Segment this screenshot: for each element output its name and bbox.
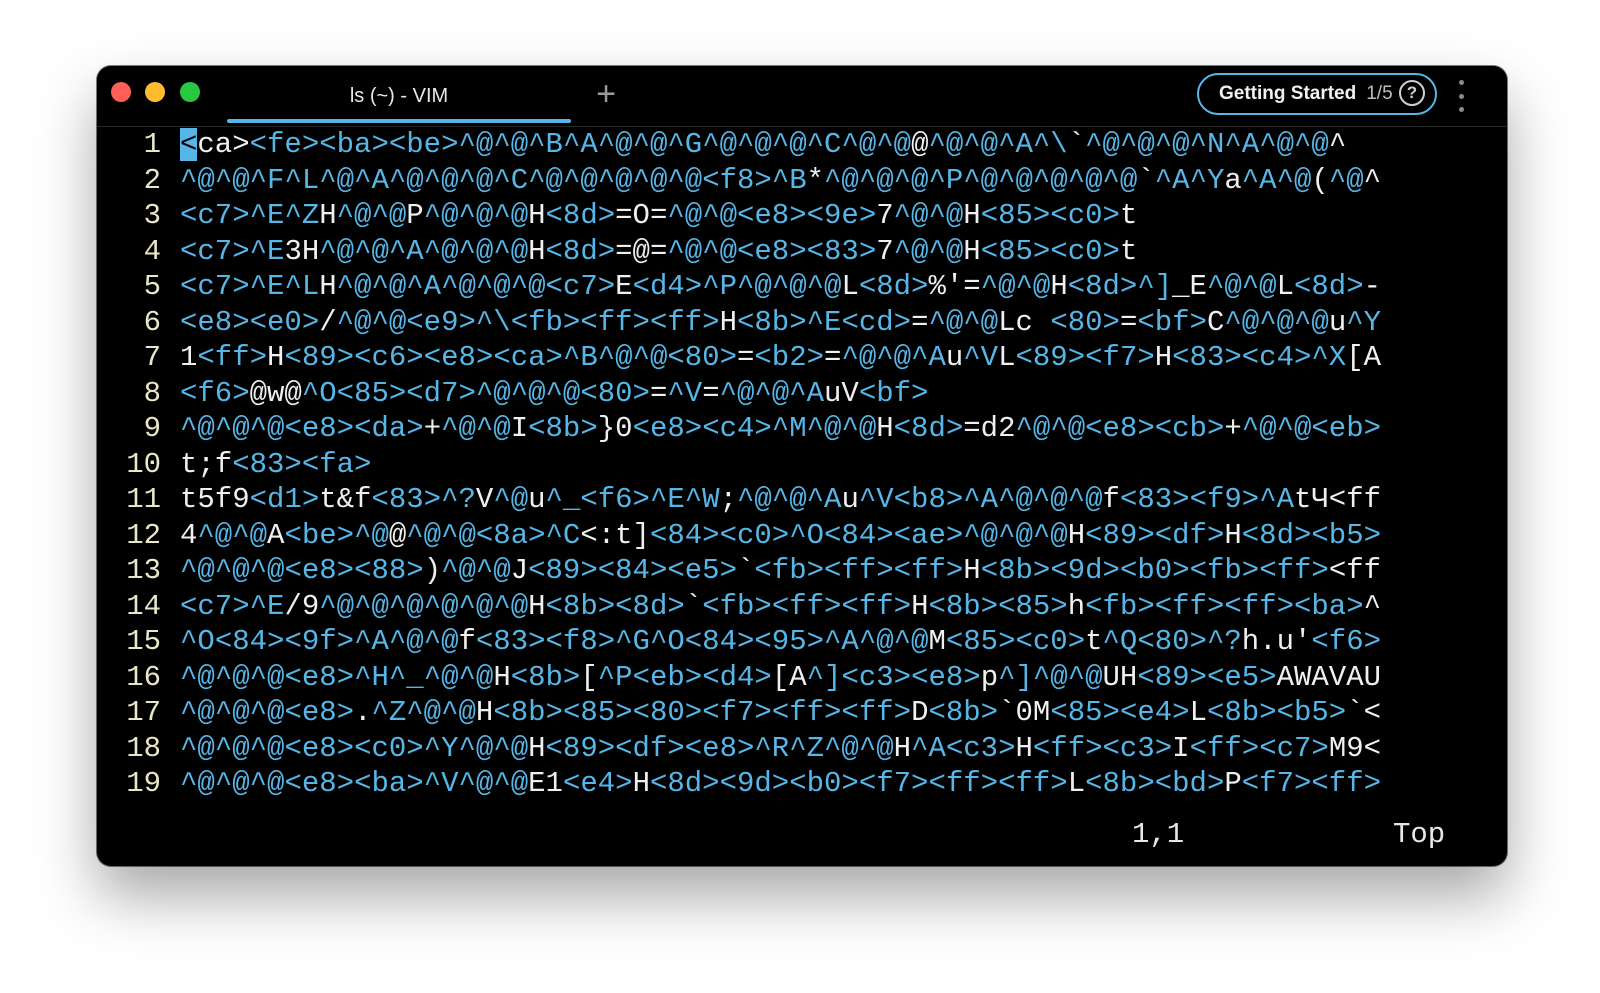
- line-content: ^@^@^@<e8><ba>^V^@^@E1<e4>H<8d><9d><b0><…: [180, 767, 1382, 800]
- line-number: 17: [126, 696, 161, 729]
- editor-line[interactable]: 6 <e8><e0>/^@^@<e9>^\<fb><ff><ff>H<8b>^E<…: [97, 305, 1507, 341]
- editor-line[interactable]: 17 ^@^@^@<e8>.^Z^@^@H<8b><85><80><f7><ff>…: [97, 695, 1507, 731]
- cursor-position: 1,1: [1132, 818, 1185, 851]
- line-number: 5: [143, 270, 161, 303]
- line-number: 13: [126, 554, 161, 587]
- line-number: 16: [126, 660, 161, 694]
- getting-started-label: Getting Started: [1219, 83, 1357, 104]
- line-text[interactable]: ^O<84><9f>^A^@^@f<83><f8>^G^O<84><95>^A^…: [180, 624, 1485, 660]
- line-text[interactable]: 1<ff>H<89><c6><e8><ca>^B^@^@<80>=<b2>=^@…: [180, 340, 1485, 376]
- line-text[interactable]: t;f<83><fa>: [180, 447, 1485, 483]
- line-number: 4: [143, 234, 161, 268]
- line-text[interactable]: t5f9<d1>t&f<83>^?V^@u^_<f6>^E^W;^@^@^Au^…: [180, 482, 1485, 518]
- line-number: 1: [143, 128, 161, 161]
- tab-vim[interactable]: ls (~) - VIM: [227, 66, 571, 126]
- editor-line[interactable]: 9 ^@^@^@<e8><da>+^@^@I<8b>}0<e8><c4>^M^@^…: [97, 411, 1507, 447]
- terminal-window: ls (~) - VIM + Getting Started 1/5 ? 1 <c…: [97, 66, 1507, 866]
- line-number: 8: [143, 376, 161, 410]
- line-content: ^@^@^F^L^@^A^@^@^@^C^@^@^@^@^@<f8>^B*^@^…: [180, 163, 1382, 197]
- line-content: <c7>^E/9^@^@^@^@^@^@H<8b><8d>`<fb><ff><f…: [180, 589, 1382, 623]
- line-content: <f6>@w@^O<85><d7>^@^@^@<80>=^V=^@^@^AuV<…: [180, 376, 929, 410]
- editor-line[interactable]: 5 <c7>^E^LH^@^@^A^@^@^@<c7>E<d4>^P^@^@^@L…: [97, 269, 1507, 305]
- getting-started-progress: 1/5: [1366, 83, 1393, 104]
- line-content: ^O<84><9f>^A^@^@f<83><f8>^G^O<84><95>^A^…: [180, 625, 1382, 658]
- vim-editor[interactable]: 1 <ca><fe><ba><be>^@^@^B^A^@^@^G^@^@^@^C^…: [97, 127, 1507, 817]
- line-number: 12: [126, 518, 161, 552]
- line-content: ^@^@^@<e8><c0>^Y^@^@H<89><df><e8>^R^Z^@^…: [180, 731, 1382, 765]
- line-content: 4^@^@A<be>^@@^@^@<8a>^C<:t]<84><c0>^O<84…: [180, 518, 1382, 552]
- line-text[interactable]: ^@^@^@<e8>^H^_^@^@H<8b>[^P<eb><d4>[A^]<c…: [180, 660, 1485, 696]
- line-text[interactable]: ^@^@^@<e8><c0>^Y^@^@H<89><df><e8>^R^Z^@^…: [180, 731, 1485, 767]
- more-options-icon[interactable]: [1455, 80, 1467, 112]
- zoom-window-button[interactable]: [180, 82, 200, 102]
- editor-line[interactable]: 8 <f6>@w@^O<85><d7>^@^@^@<80>=^V=^@^@^AuV…: [97, 376, 1507, 412]
- line-number: 15: [126, 625, 161, 658]
- line-text[interactable]: <e8><e0>/^@^@<e9>^\<fb><ff><ff>H<8b>^E<c…: [180, 305, 1485, 341]
- line-number: 14: [126, 589, 161, 623]
- line-content: <c7>^E^ZH^@^@P^@^@^@H<8d>=O=^@^@<e8><9e>…: [180, 199, 1138, 232]
- line-number: 19: [126, 767, 161, 800]
- line-number: 6: [143, 305, 161, 339]
- line-content: 1<ff>H<89><c6><e8><ca>^B^@^@<80>=<b2>=^@…: [180, 341, 1382, 374]
- vim-status-line: 1,1 Top: [97, 817, 1507, 853]
- line-number: 3: [143, 199, 161, 232]
- editor-line[interactable]: 7 1<ff>H<89><c6><e8><ca>^B^@^@<80>=<b2>=^…: [97, 340, 1507, 376]
- line-text[interactable]: <ca><fe><ba><be>^@^@^B^A^@^@^G^@^@^@^C^@…: [180, 127, 1485, 163]
- line-content: t;f<83><fa>: [180, 447, 372, 481]
- line-content: ^@^@^@<e8><88>)^@^@J<89><84><e5>`<fb><ff…: [180, 554, 1382, 587]
- close-window-button[interactable]: [111, 82, 131, 102]
- line-text[interactable]: ^@^@^F^L^@^A^@^@^@^C^@^@^@^@^@<f8>^B*^@^…: [180, 163, 1485, 199]
- line-number: 7: [143, 341, 161, 374]
- editor-line[interactable]: 11 t5f9<d1>t&f<83>^?V^@u^_<f6>^E^W;^@^@^A…: [97, 482, 1507, 518]
- editor-line[interactable]: 13 ^@^@^@<e8><88>)^@^@J<89><84><e5>`<fb><…: [97, 553, 1507, 589]
- line-text[interactable]: ^@^@^@<e8>.^Z^@^@H<8b><85><80><f7><ff><f…: [180, 695, 1485, 731]
- line-number: 10: [126, 447, 161, 481]
- editor-line[interactable]: 1 <ca><fe><ba><be>^@^@^B^A^@^@^G^@^@^@^C^…: [97, 127, 1507, 163]
- title-bar: ls (~) - VIM + Getting Started 1/5 ?: [97, 66, 1507, 127]
- editor-line[interactable]: 12 4^@^@A<be>^@@^@^@<8a>^C<:t]<84><c0>^O<…: [97, 518, 1507, 554]
- line-text[interactable]: <f6>@w@^O<85><d7>^@^@^@<80>=^V=^@^@^AuV<…: [180, 376, 1485, 412]
- line-text[interactable]: ^@^@^@<e8><88>)^@^@J<89><84><e5>`<fb><ff…: [180, 553, 1485, 589]
- editor-line[interactable]: 16 ^@^@^@<e8>^H^_^@^@H<8b>[^P<eb><d4>[A^]…: [97, 660, 1507, 696]
- editor-line[interactable]: 19 ^@^@^@<e8><ba>^V^@^@E1<e4>H<8d><9d><b0…: [97, 766, 1507, 802]
- active-tab-indicator: [227, 119, 571, 123]
- editor-line[interactable]: 3 <c7>^E^ZH^@^@P^@^@^@H<8d>=O=^@^@<e8><9e…: [97, 198, 1507, 234]
- text-cursor: <: [180, 128, 198, 161]
- scroll-position: Top: [1393, 818, 1446, 851]
- new-tab-button[interactable]: +: [589, 75, 623, 113]
- line-text[interactable]: 4^@^@A<be>^@@^@^@<8a>^C<:t]<84><c0>^O<84…: [180, 518, 1485, 554]
- editor-line[interactable]: 2 ^@^@^F^L^@^A^@^@^@^C^@^@^@^@^@<f8>^B*^@…: [97, 163, 1507, 199]
- plus-icon: +: [596, 75, 616, 113]
- editor-line[interactable]: 4 <c7>^E3H^@^@^A^@^@^@H<8d>=@=^@^@<e8><83…: [97, 234, 1507, 270]
- tab-title: ls (~) - VIM: [349, 84, 449, 107]
- editor-line[interactable]: 15 ^O<84><9f>^A^@^@f<83><f8>^G^O<84><95>^…: [97, 624, 1507, 660]
- line-text[interactable]: <c7>^E3H^@^@^A^@^@^@H<8d>=@=^@^@<e8><83>…: [180, 234, 1485, 270]
- line-content: <e8><e0>/^@^@<e9>^\<fb><ff><ff>H<8b>^E<c…: [180, 305, 1382, 339]
- line-content: ca><fe><ba><be>^@^@^B^A^@^@^G^@^@^@^C^@^…: [197, 128, 1347, 161]
- line-number: 18: [126, 731, 161, 765]
- getting-started-button[interactable]: Getting Started 1/5 ?: [1197, 73, 1437, 115]
- line-text[interactable]: ^@^@^@<e8><da>+^@^@I<8b>}0<e8><c4>^M^@^@…: [180, 411, 1485, 447]
- editor-line[interactable]: 10 t;f<83><fa>: [97, 447, 1507, 483]
- line-text[interactable]: ^@^@^@<e8><ba>^V^@^@E1<e4>H<8d><9d><b0><…: [180, 766, 1485, 802]
- editor-line[interactable]: 18 ^@^@^@<e8><c0>^Y^@^@H<89><df><e8>^R^Z^…: [97, 731, 1507, 767]
- line-text[interactable]: <c7>^E^LH^@^@^A^@^@^@<c7>E<d4>^P^@^@^@L<…: [180, 269, 1485, 305]
- line-content: <c7>^E3H^@^@^A^@^@^@H<8d>=@=^@^@<e8><83>…: [180, 234, 1138, 268]
- line-content: ^@^@^@<e8>.^Z^@^@H<8b><85><80><f7><ff><f…: [180, 696, 1382, 729]
- line-text[interactable]: <c7>^E^ZH^@^@P^@^@^@H<8d>=O=^@^@<e8><9e>…: [180, 198, 1485, 234]
- line-number: 9: [143, 412, 161, 445]
- help-icon[interactable]: ?: [1399, 80, 1425, 106]
- line-content: t5f9<d1>t&f<83>^?V^@u^_<f6>^E^W;^@^@^Au^…: [180, 483, 1382, 516]
- minimize-window-button[interactable]: [145, 82, 165, 102]
- line-number: 11: [126, 483, 161, 516]
- line-content: ^@^@^@<e8><da>+^@^@I<8b>}0<e8><c4>^M^@^@…: [180, 412, 1382, 445]
- editor-line[interactable]: 14 <c7>^E/9^@^@^@^@^@^@H<8b><8d>`<fb><ff>…: [97, 589, 1507, 625]
- line-content: <c7>^E^LH^@^@^A^@^@^@<c7>E<d4>^P^@^@^@L<…: [180, 270, 1382, 303]
- line-content: ^@^@^@<e8>^H^_^@^@H<8b>[^P<eb><d4>[A^]<c…: [180, 660, 1382, 694]
- line-number: 2: [143, 163, 161, 197]
- line-text[interactable]: <c7>^E/9^@^@^@^@^@^@H<8b><8d>`<fb><ff><f…: [180, 589, 1485, 625]
